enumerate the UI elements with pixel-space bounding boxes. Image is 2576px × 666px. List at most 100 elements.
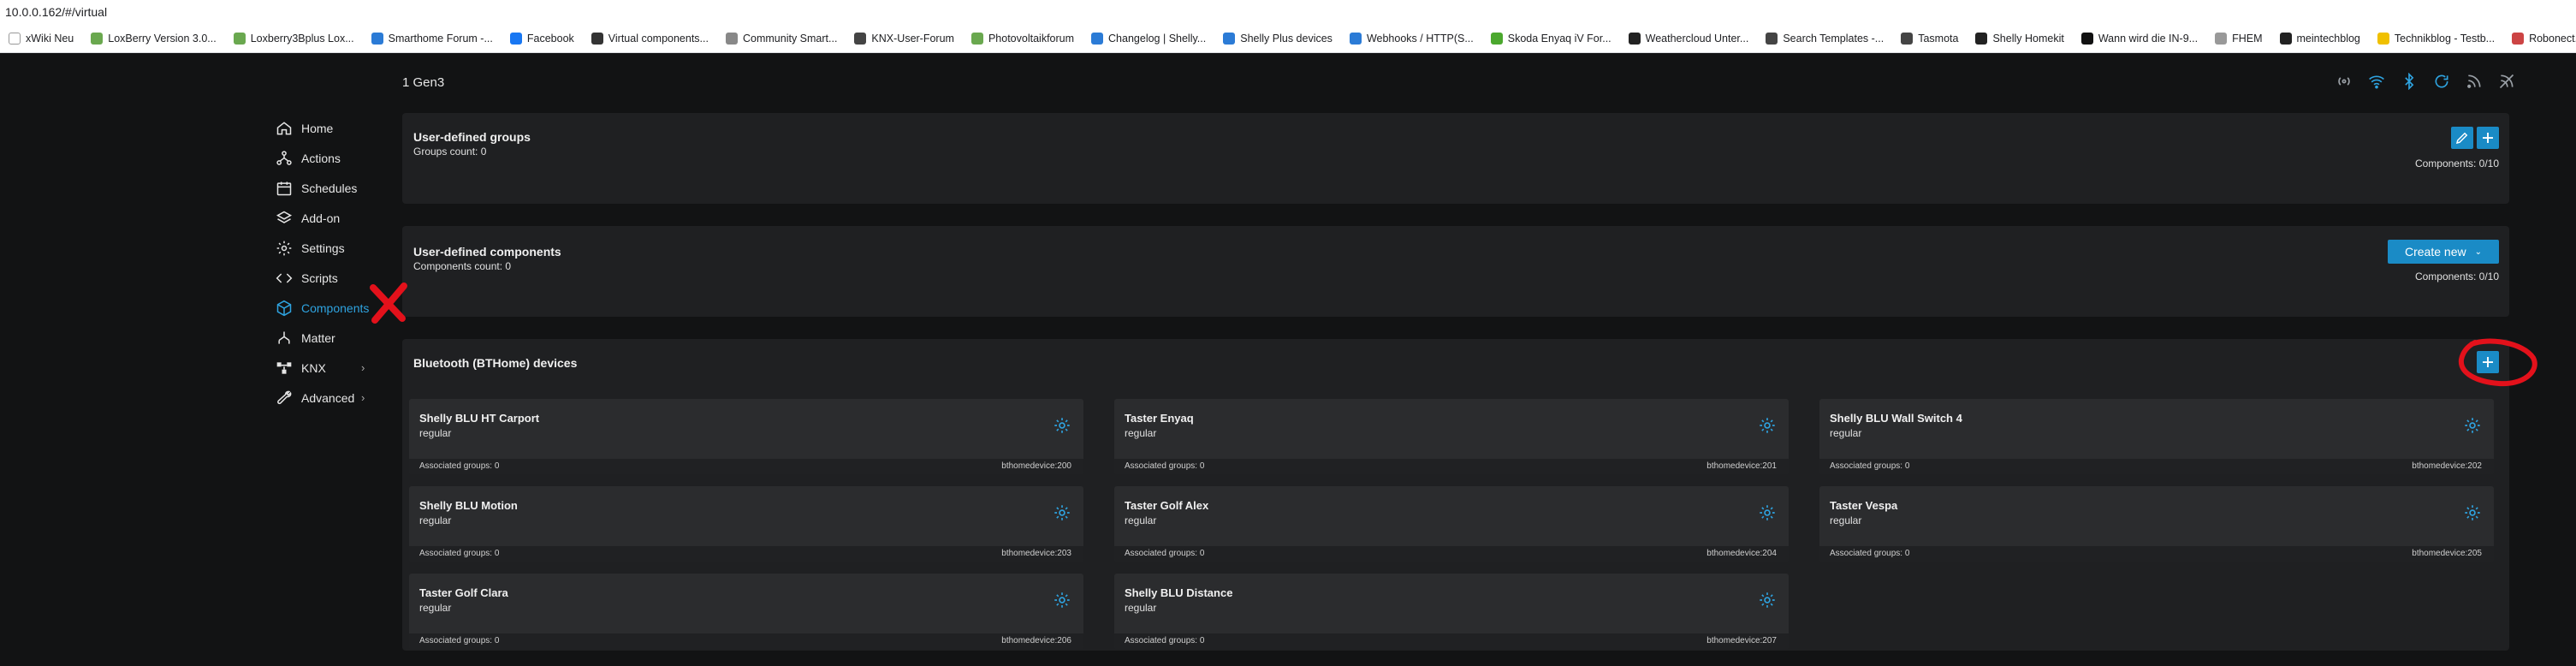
device-id: bthomedevice:203 — [1001, 549, 1071, 558]
device-settings-button[interactable] — [2463, 503, 2482, 522]
tb-icon — [2377, 32, 2389, 45]
bookmark-item[interactable]: Robonect.de - Neue... — [2503, 24, 2576, 52]
bookmark-item[interactable]: Tasmota — [1892, 24, 1967, 52]
bookmark-label: KNX-User-Forum — [871, 32, 954, 45]
bookmark-item[interactable]: Weathercloud Unter... — [1620, 24, 1758, 52]
bookmark-label: Skoda Enyaq iV For... — [1507, 32, 1611, 45]
gear-icon — [1054, 592, 1070, 608]
bookmark-item[interactable]: Facebook — [502, 24, 583, 52]
associated-groups: Associated groups: 0 — [419, 636, 500, 645]
bookmark-label: Changelog | Shelly... — [1108, 32, 1207, 45]
sidebar-item-actions[interactable]: Actions — [276, 143, 387, 173]
bookmark-item[interactable]: Photovoltaikforum — [963, 24, 1083, 52]
bookmark-item[interactable]: Changelog | Shelly... — [1083, 24, 1214, 52]
page-icon — [2080, 32, 2093, 45]
bookmark-item[interactable]: KNX-User-Forum — [846, 24, 963, 52]
device-name: Taster Golf Clara — [419, 586, 508, 599]
device-settings-button[interactable] — [2463, 416, 2482, 435]
sidebar-item-label: Scripts — [301, 271, 338, 285]
create-new-button[interactable]: Create new ⌄ — [2388, 240, 2499, 264]
add-group-button[interactable] — [2477, 127, 2499, 149]
address-bar[interactable]: 10.0.0.162/#/virtual — [0, 0, 2576, 24]
community-icon — [725, 32, 738, 45]
robonect-icon — [2512, 32, 2525, 45]
pencil-icon — [2455, 132, 2468, 145]
rss-alt-icon[interactable] — [2497, 72, 2516, 91]
bluetooth-icon[interactable] — [2400, 72, 2419, 91]
url-text[interactable]: 10.0.0.162/#/virtual — [5, 5, 107, 19]
sidebar-item-home[interactable]: Home — [276, 113, 387, 143]
sidebar-item-advanced[interactable]: Advanced › — [276, 383, 387, 413]
github-icon — [1975, 32, 1988, 45]
bookmark-item[interactable]: Shelly Homekit — [1967, 24, 2072, 52]
add-bthome-device-button[interactable] — [2477, 351, 2499, 373]
rss-icon[interactable] — [2465, 72, 2484, 91]
gear-icon — [276, 241, 292, 255]
antenna-icon[interactable] — [2335, 72, 2353, 91]
bookmark-item[interactable]: Skoda Enyaq iV For... — [1482, 24, 1620, 52]
bookmark-item[interactable]: Virtual components... — [583, 24, 717, 52]
device-settings-button[interactable] — [1758, 503, 1777, 522]
bookmark-item[interactable]: meintechblog — [2271, 24, 2369, 52]
gear-icon — [1054, 505, 1070, 520]
jb-icon — [1628, 32, 1641, 45]
device-name: Taster Vespa — [1830, 499, 1898, 512]
bookmark-label: Facebook — [526, 32, 574, 45]
bookmark-item[interactable]: xWiki Neu — [0, 24, 82, 52]
edit-group-button[interactable] — [2451, 127, 2473, 149]
device-mode: regular — [1125, 602, 1157, 614]
sidebar-item-matter[interactable]: Matter — [276, 323, 387, 353]
device-settings-button[interactable] — [1053, 503, 1071, 522]
leaf-icon — [970, 32, 983, 45]
bookmark-item[interactable]: FHEM — [2206, 24, 2270, 52]
device-settings-button[interactable] — [1053, 416, 1071, 435]
bookmark-label: Smarthome Forum -... — [388, 32, 493, 45]
device-name: Shelly BLU HT Carport — [419, 412, 540, 425]
device-mode: regular — [1830, 427, 1862, 439]
sidebar-item-scripts[interactable]: Scripts — [276, 263, 387, 293]
sidebar-item-knx[interactable]: KNX › — [276, 353, 387, 383]
device-id: bthomedevice:207 — [1706, 636, 1777, 645]
panel-title: User-defined groups — [413, 130, 531, 144]
device-settings-button[interactable] — [1053, 591, 1071, 610]
home-icon — [1901, 32, 1914, 45]
sidebar-item-add-on[interactable]: Add-on — [276, 203, 387, 233]
sidebar-item-settings[interactable]: Settings — [276, 233, 387, 263]
bookmark-item[interactable]: Community Smart... — [717, 24, 846, 52]
sidebar-item-components[interactable]: Components — [276, 293, 387, 323]
bthome-device-card: Taster Vespa regular Associated groups: 0 b… — [1819, 486, 2494, 562]
bookmark-item[interactable]: Smarthome Forum -... — [363, 24, 502, 52]
device-footer: Associated groups: 0 bthomedevice:206 — [409, 633, 1083, 649]
associated-groups: Associated groups: 0 — [1125, 636, 1205, 645]
calendar-icon — [276, 181, 292, 195]
bookmark-label: Weathercloud Unter... — [1645, 32, 1749, 45]
fhem-icon — [2215, 32, 2228, 45]
wrench-icon — [277, 390, 292, 404]
plus-icon — [2483, 357, 2493, 367]
sidebar-item-label: Matter — [301, 330, 335, 345]
facebook-icon — [509, 32, 522, 45]
bookmark-item[interactable]: Webhooks / HTTP(S... — [1341, 24, 1482, 52]
bookmark-item[interactable]: Wann wird die IN-9... — [2073, 24, 2206, 52]
device-settings-button[interactable] — [1758, 416, 1777, 435]
bookmark-item[interactable]: Search Templates -... — [1757, 24, 1892, 52]
device-mode: regular — [419, 514, 452, 526]
sidebar-item-schedules[interactable]: Schedules — [276, 173, 387, 203]
bookmark-label: FHEM — [2232, 32, 2263, 45]
cloud-sync-icon[interactable] — [2432, 72, 2451, 91]
bookmark-label: Loxberry3Bplus Lox... — [250, 32, 354, 45]
components-count: Components count: 0 — [413, 260, 512, 272]
device-name: Shelly BLU Motion — [419, 499, 518, 512]
bookmark-item[interactable]: Technikblog - Testb... — [2369, 24, 2503, 52]
bookmark-item[interactable]: LoxBerry Version 3.0... — [82, 24, 224, 52]
device-settings-button[interactable] — [1758, 591, 1777, 610]
sidebar-item-label: Components — [301, 300, 370, 315]
knx-icon — [276, 361, 292, 374]
page-icon — [591, 32, 603, 45]
bookmark-item[interactable]: Shelly Plus devices — [1214, 24, 1341, 52]
device-mode: regular — [1125, 514, 1157, 526]
bookmark-item[interactable]: Loxberry3Bplus Lox... — [225, 24, 363, 52]
bthome-device-card: Taster Golf Alex regular Associated groups… — [1114, 486, 1789, 562]
wifi-icon[interactable] — [2367, 72, 2386, 91]
bookmark-label: xWiki Neu — [26, 32, 74, 45]
